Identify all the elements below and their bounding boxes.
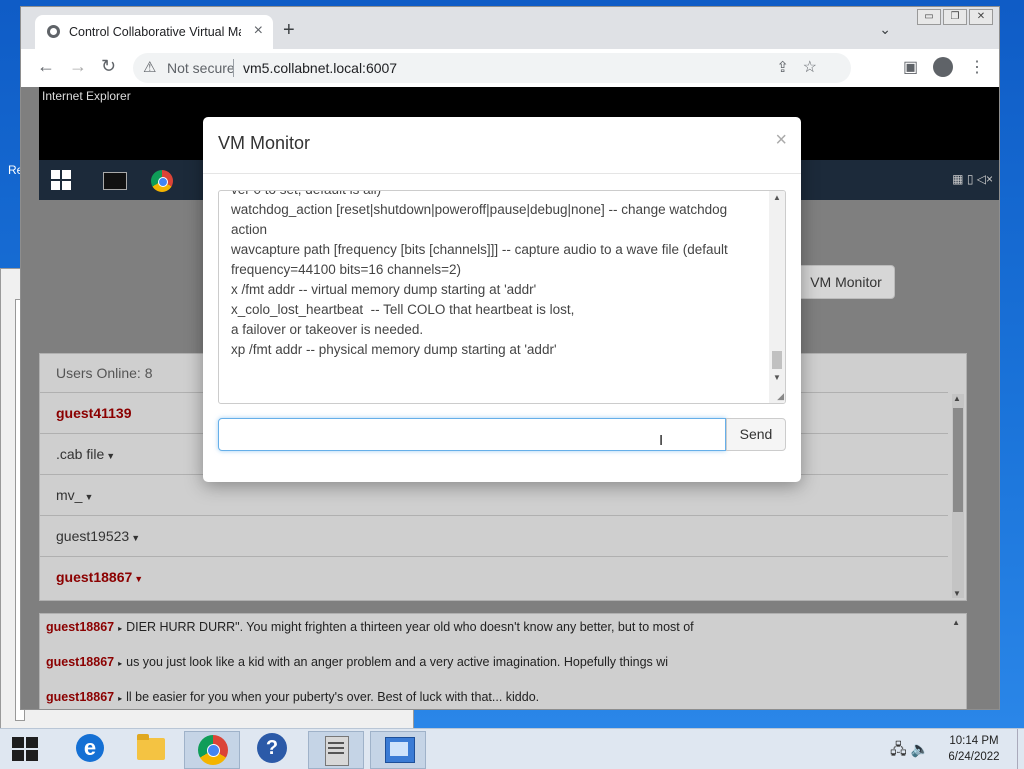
- taskbar: e ? 🖧 🔈 10:14 PM 6/24/2022: [0, 728, 1024, 769]
- window-controls: ▭ ❐ ✕: [917, 9, 993, 25]
- chat-arrow-icon: ▸: [118, 624, 123, 633]
- chat-scroll-up-icon[interactable]: ▲: [952, 618, 960, 627]
- new-tab-button[interactable]: +: [283, 19, 295, 42]
- address-bar[interactable]: ⚠ Not secure vm5.collabnet.local:6007 ⇪ …: [133, 53, 851, 83]
- security-label[interactable]: Not secure: [167, 60, 235, 76]
- tray-icons[interactable]: 🖧 🔈: [890, 739, 930, 764]
- taskbar-edge[interactable]: e: [62, 731, 116, 767]
- vm-chrome-icon[interactable]: [151, 170, 173, 192]
- monitor-output[interactable]: ver 0 to set, default is all) watchdog_a…: [218, 190, 786, 404]
- user-row[interactable]: guest19523 ▼: [40, 515, 948, 556]
- scroll-up-icon[interactable]: ▲: [773, 193, 781, 202]
- scroll-down-icon[interactable]: ▼: [953, 589, 961, 598]
- chat-nick[interactable]: guest18867: [46, 620, 114, 634]
- share-icon[interactable]: ⇪: [776, 58, 789, 76]
- back-icon[interactable]: ←: [37, 56, 55, 77]
- tab-close-icon[interactable]: ×: [254, 22, 263, 40]
- scroll-up-icon[interactable]: ▲: [953, 394, 961, 403]
- chat-nick[interactable]: guest18867: [46, 690, 114, 704]
- user-row[interactable]: guest18867 ▼: [40, 556, 948, 597]
- vm-monitor-button[interactable]: VM Monitor: [797, 265, 895, 299]
- dialog-divider: [203, 173, 801, 174]
- clock-date: 6/24/2022: [948, 751, 1000, 763]
- system-clock[interactable]: 10:14 PM 6/24/2022: [946, 733, 1002, 765]
- caret-down-icon[interactable]: ▼: [134, 574, 143, 584]
- help-icon: ?: [257, 733, 287, 763]
- caret-down-icon[interactable]: ▼: [131, 533, 140, 543]
- close-window-button[interactable]: ✕: [969, 9, 993, 25]
- scroll-thumb[interactable]: [953, 408, 963, 512]
- browser-tab[interactable]: Control Collaborative Virtual Ma ×: [35, 15, 273, 49]
- warning-icon[interactable]: ⚠: [143, 58, 156, 76]
- edge-icon: e: [76, 734, 104, 762]
- taskbar-control-panel[interactable]: [370, 731, 426, 769]
- reload-icon[interactable]: ↻: [101, 56, 116, 77]
- forward-icon[interactable]: →: [69, 56, 87, 77]
- command-input[interactable]: [218, 418, 726, 451]
- scroll-down-icon[interactable]: ▼: [773, 373, 781, 382]
- caret-down-icon[interactable]: ▼: [106, 451, 115, 461]
- ibeam-cursor-icon: I: [659, 432, 664, 449]
- address-separator: [233, 59, 234, 77]
- send-button[interactable]: Send: [726, 418, 786, 451]
- control-panel-icon: [385, 737, 415, 763]
- menu-dots-icon[interactable]: ⋮: [969, 57, 985, 77]
- users-scrollbar[interactable]: ▲ ▼: [952, 394, 964, 598]
- user-name[interactable]: mv_: [56, 487, 82, 503]
- vm-monitor-dialog: VM Monitor × ver 0 to set, default is al…: [203, 117, 801, 482]
- monitor-output-text: ver 0 to set, default is all) watchdog_a…: [231, 191, 728, 357]
- browser-toolbar: ← → ↻ ⚠ Not secure vm5.collabnet.local:6…: [21, 49, 999, 87]
- chat-arrow-icon: ▸: [118, 694, 123, 703]
- tab-title: Control Collaborative Virtual Ma: [69, 25, 241, 39]
- user-name[interactable]: .cab file: [56, 446, 104, 462]
- scroll-thumb[interactable]: [772, 351, 782, 369]
- taskbar-help[interactable]: ?: [245, 731, 299, 767]
- folder-icon: [137, 734, 165, 760]
- clock-time: 10:14 PM: [949, 735, 999, 747]
- caret-down-icon[interactable]: ▼: [84, 492, 93, 502]
- url-text[interactable]: vm5.collabnet.local:6007: [243, 60, 397, 76]
- minimize-button[interactable]: ▭: [917, 9, 941, 25]
- vm-start-icon[interactable]: [51, 170, 71, 190]
- user-name[interactable]: guest18867: [56, 569, 132, 585]
- vm-terminal-icon[interactable]: [103, 172, 127, 190]
- side-panel-icon[interactable]: ▣: [903, 57, 918, 77]
- chat-message: guest18867 ▸ us you just look like a kid w…: [40, 649, 966, 684]
- user-name[interactable]: guest19523: [56, 528, 129, 544]
- restore-button[interactable]: ❐: [943, 9, 967, 25]
- chat-text: ll be easier for you when your puberty's…: [126, 690, 540, 704]
- chrome-icon: [198, 735, 228, 765]
- user-name[interactable]: guest41139: [56, 405, 132, 421]
- dialog-title: VM Monitor: [218, 133, 311, 153]
- taskbar-file-explorer[interactable]: [123, 731, 177, 767]
- resize-grip-icon[interactable]: ◢: [777, 391, 784, 402]
- show-desktop-button[interactable]: [1017, 729, 1024, 769]
- globe-icon: [47, 25, 60, 38]
- taskbar-server-manager[interactable]: [308, 731, 364, 769]
- tab-search-chevron-icon[interactable]: ⌄: [879, 21, 891, 38]
- chat-message: guest18867 ▸ ll be easier for you when you…: [40, 684, 966, 709]
- chat-panel: guest18867 ▸ DIER HURR DURR". You might fr…: [39, 613, 967, 709]
- start-button[interactable]: [12, 737, 38, 761]
- vm-window-label: Internet Explorer: [42, 89, 131, 103]
- vm-tray-icons: ▦ ▯ ◁×: [952, 172, 993, 186]
- output-scrollbar[interactable]: ▲ ▼: [769, 191, 785, 403]
- dialog-close-icon[interactable]: ×: [775, 129, 787, 152]
- chat-text: DIER HURR DURR". You might frighten a th…: [126, 620, 694, 634]
- chat-arrow-icon: ▸: [118, 659, 123, 668]
- chat-message: guest18867 ▸ DIER HURR DURR". You might fr…: [40, 614, 966, 649]
- taskbar-chrome[interactable]: [184, 731, 240, 769]
- bookmark-star-icon[interactable]: ☆: [803, 57, 817, 77]
- profile-avatar-icon[interactable]: [933, 57, 953, 77]
- chat-text: us you just look like a kid with an ange…: [126, 655, 669, 669]
- server-icon: [325, 736, 349, 766]
- chat-nick[interactable]: guest18867: [46, 655, 114, 669]
